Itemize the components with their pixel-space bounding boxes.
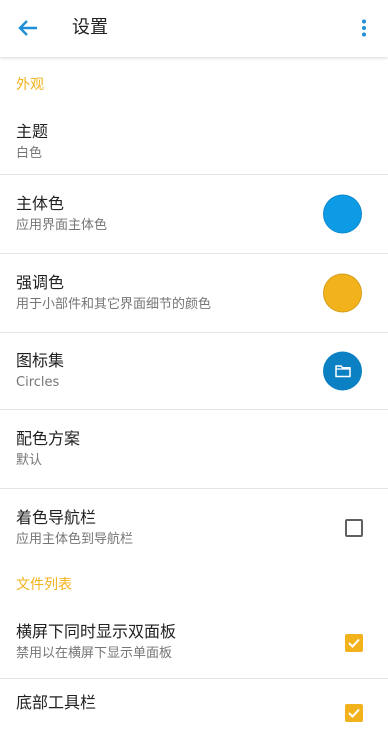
setting-bottom-toolbar[interactable]: 底部工具栏: [0, 679, 388, 751]
setting-summary: 用于小部件和其它界面细节的颜色: [16, 296, 212, 312]
setting-primary-color[interactable]: 主体色 应用界面主体色: [0, 175, 388, 254]
setting-summary: 应用界面主体色: [16, 217, 108, 233]
back-button[interactable]: [14, 14, 42, 42]
setting-summary: 默认: [16, 452, 43, 468]
section-header-appearance: 外观: [16, 77, 44, 93]
accent-color-swatch[interactable]: [323, 273, 362, 313]
setting-theme[interactable]: 主题 白色: [0, 111, 388, 175]
setting-title: 底部工具栏: [16, 693, 97, 712]
setting-icon-set[interactable]: 图标集 Circles: [0, 333, 388, 410]
checkmark-icon: [348, 708, 360, 718]
page-title: 设置: [72, 17, 108, 38]
setting-title: 主体色: [16, 193, 65, 213]
dual-pane-checkbox[interactable]: [345, 633, 363, 652]
setting-title: 图标集: [16, 350, 65, 370]
primary-color-swatch[interactable]: [323, 194, 362, 234]
more-vert-icon: [362, 19, 366, 37]
setting-summary: Circles: [16, 374, 60, 390]
more-options-button[interactable]: [352, 16, 376, 40]
setting-summary: 禁用以在横屏下显示单面板: [16, 646, 173, 661]
setting-title: 强调色: [16, 272, 65, 292]
setting-title: 着色导航栏: [16, 507, 97, 527]
setting-color-scheme[interactable]: 配色方案 默认: [0, 410, 388, 489]
icon-set-preview[interactable]: [323, 351, 362, 391]
setting-summary: 白色: [16, 146, 43, 161]
setting-title: 主题: [16, 122, 49, 141]
setting-colored-navbar[interactable]: 着色导航栏 应用主体色到导航栏: [0, 489, 388, 567]
setting-accent-color[interactable]: 强调色 用于小部件和其它界面细节的颜色: [0, 254, 388, 333]
colored-navbar-checkbox[interactable]: [345, 519, 363, 537]
setting-summary: 应用主体色到导航栏: [16, 531, 134, 547]
settings-list: 外观 主题 白色 主体色 应用界面主体色 强调色 用于小部件和其它界面细节的颜色…: [0, 57, 388, 751]
section-header-file-list: 文件列表: [16, 577, 72, 593]
checkmark-icon: [348, 638, 360, 648]
arrow-back-icon: [18, 20, 37, 36]
setting-dual-pane[interactable]: 横屏下同时显示双面板 禁用以在横屏下显示单面板: [0, 607, 388, 679]
setting-title: 配色方案: [16, 428, 81, 448]
setting-title: 横屏下同时显示双面板: [16, 622, 177, 641]
bottom-toolbar-checkbox[interactable]: [345, 704, 363, 722]
app-bar: 设置: [0, 0, 388, 57]
folder-icon: [334, 365, 351, 378]
